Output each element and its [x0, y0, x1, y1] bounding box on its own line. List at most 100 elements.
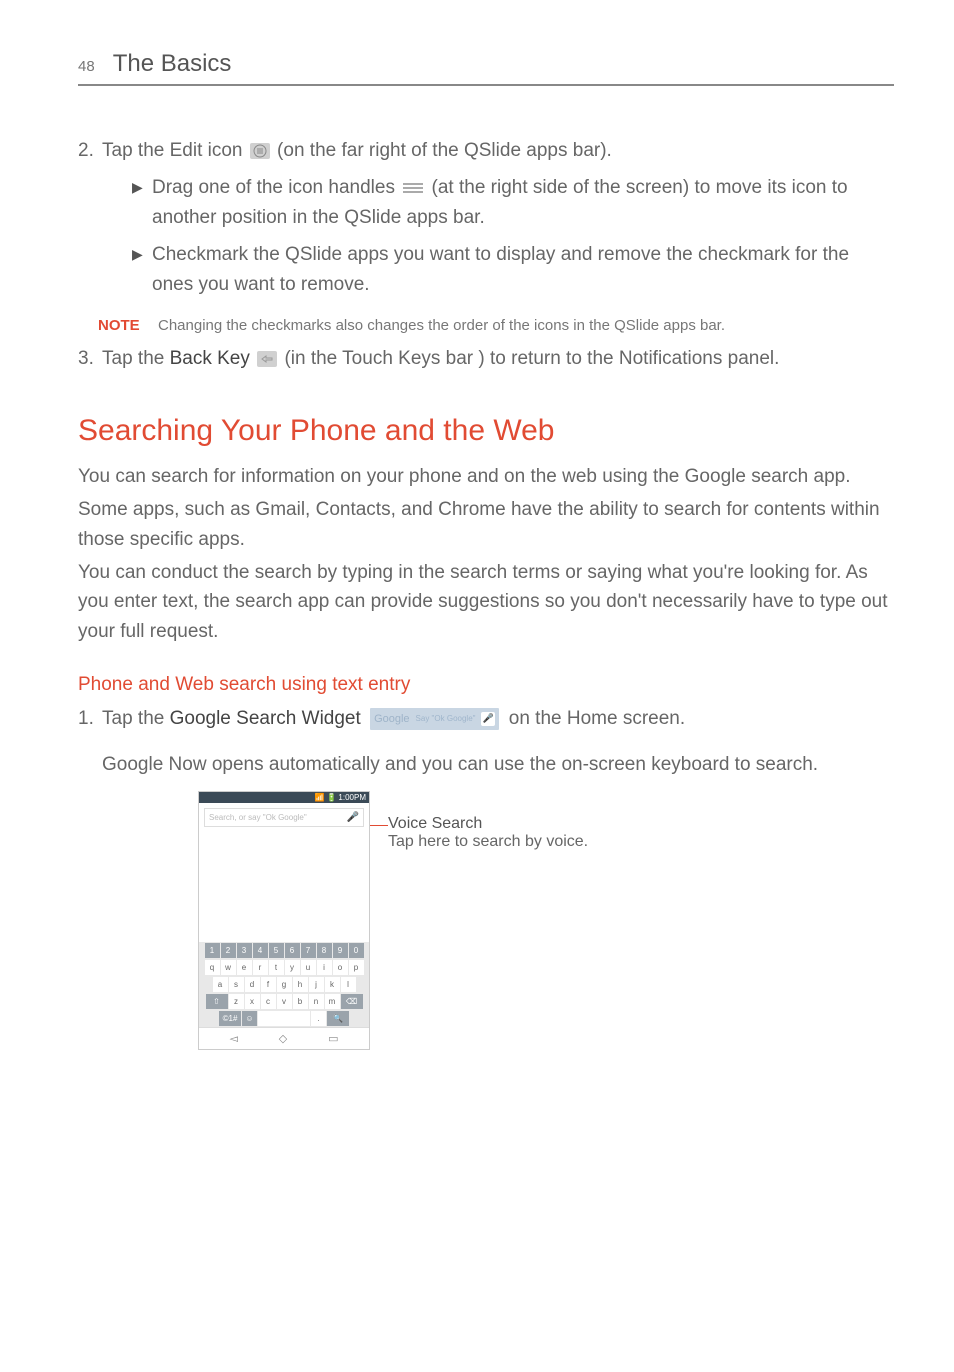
keyboard-row-2: a s d f g h j k l [199, 976, 369, 993]
key-i[interactable]: i [317, 960, 332, 975]
note-label: NOTE [98, 317, 158, 334]
note-row: NOTE Changing the checkmarks also change… [98, 317, 894, 334]
keyboard-row-1: q w e r t y u i o p [199, 959, 369, 976]
key-c[interactable]: c [261, 994, 276, 1009]
sub-step-1-after: on the Home screen. [509, 708, 685, 729]
status-bar: 📶 🔋 1:00PM [199, 792, 369, 803]
key-4[interactable]: 4 [253, 943, 268, 958]
key-9[interactable]: 9 [333, 943, 348, 958]
key-emoji[interactable]: ☺ [242, 1011, 257, 1026]
step-3-after: (in the Touch Keys bar ) to return to th… [284, 348, 779, 369]
sub-step-1-para2: Google Now opens automatically and you c… [102, 750, 894, 779]
results-area [199, 832, 369, 942]
keyboard-row-3: ⇧ z x c v b n m ⌫ [199, 993, 369, 1010]
nav-home-icon[interactable]: ◇ [279, 1032, 287, 1045]
key-v[interactable]: v [277, 994, 292, 1009]
key-x[interactable]: x [245, 994, 260, 1009]
paragraph-1: You can search for information on your p… [78, 462, 894, 491]
key-a[interactable]: a [213, 977, 228, 992]
key-m[interactable]: m [325, 994, 340, 1009]
key-l[interactable]: l [341, 977, 356, 992]
keyboard-row-4: ©1# ☺ . 🔍 [199, 1010, 369, 1027]
key-shift[interactable]: ⇧ [206, 994, 228, 1009]
nav-back-icon[interactable]: ◅ [229, 1032, 237, 1045]
key-1[interactable]: 1 [205, 943, 220, 958]
key-7[interactable]: 7 [301, 943, 316, 958]
key-h[interactable]: h [293, 977, 308, 992]
back-key-icon [257, 351, 277, 367]
nav-recent-icon[interactable]: ▭ [328, 1032, 338, 1045]
figure-phone: 📶 🔋 1:00PM Search, or say "Ok Google" 🎤 … [198, 791, 894, 1050]
key-p[interactable]: p [349, 960, 364, 975]
widget-say-label: Say "Ok Google" [416, 713, 476, 725]
key-2[interactable]: 2 [221, 943, 236, 958]
battery-icon: 🔋 [326, 793, 336, 802]
sub-step-1: 1. Tap the Google Search Widget Google S… [78, 704, 894, 779]
key-f[interactable]: f [261, 977, 276, 992]
paragraph-3: You can conduct the search by typing in … [78, 558, 894, 646]
key-5[interactable]: 5 [269, 943, 284, 958]
step-3-number: 3. [78, 344, 102, 373]
key-6[interactable]: 6 [285, 943, 300, 958]
key-backspace[interactable]: ⌫ [341, 994, 363, 1009]
sub-step-1-number: 1. [78, 704, 102, 779]
edit-icon [250, 143, 270, 159]
bullet-icon: ▶ [132, 240, 152, 299]
step-2-number: 2. [78, 136, 102, 307]
key-8[interactable]: 8 [317, 943, 332, 958]
key-3[interactable]: 3 [237, 943, 252, 958]
subsection-heading: Phone and Web search using text entry [78, 674, 894, 696]
google-search-widget-icon: Google Say "Ok Google" 🎤 [370, 708, 499, 730]
keyboard-number-row: 1 2 3 4 5 6 7 8 9 0 [199, 942, 369, 959]
step-3-before: Tap the [102, 348, 170, 369]
key-k[interactable]: k [325, 977, 340, 992]
sub-step-1-before: Tap the [102, 708, 170, 729]
step-2-text-before: Tap the Edit icon [102, 140, 248, 161]
step-2-text-after: (on the far right of the QSlide apps bar… [277, 140, 612, 161]
key-search[interactable]: 🔍 [327, 1011, 349, 1026]
voice-search-icon[interactable]: 🎤 [347, 812, 359, 823]
nav-bar: ◅ ◇ ▭ [199, 1027, 369, 1049]
search-placeholder: Search, or say "Ok Google" [209, 813, 307, 822]
search-bar[interactable]: Search, or say "Ok Google" 🎤 [204, 808, 364, 827]
step-2-bullet-1: ▶ Drag one of the icon handles (at the r… [132, 173, 894, 232]
key-period[interactable]: . [311, 1011, 326, 1026]
key-z[interactable]: z [229, 994, 244, 1009]
key-t[interactable]: t [269, 960, 284, 975]
key-q[interactable]: q [205, 960, 220, 975]
key-n[interactable]: n [309, 994, 324, 1009]
mic-icon: 🎤 [481, 712, 495, 726]
key-r[interactable]: r [253, 960, 268, 975]
keyboard[interactable]: 1 2 3 4 5 6 7 8 9 0 q w e r t y [199, 942, 369, 1027]
key-e[interactable]: e [237, 960, 252, 975]
key-o[interactable]: o [333, 960, 348, 975]
key-j[interactable]: j [309, 977, 324, 992]
section-heading: Searching Your Phone and the Web [78, 414, 894, 448]
key-b[interactable]: b [293, 994, 308, 1009]
callout-voice-search: Voice Search Tap here to search by voice… [388, 791, 588, 851]
phone-frame: 📶 🔋 1:00PM Search, or say "Ok Google" 🎤 … [198, 791, 370, 1050]
callout-text: Tap here to search by voice. [388, 833, 588, 851]
key-d[interactable]: d [245, 977, 260, 992]
step-2-bullet-2: ▶ Checkmark the QSlide apps you want to … [132, 240, 894, 299]
header-title: The Basics [113, 50, 232, 78]
status-time: 1:00PM [338, 793, 366, 802]
key-s[interactable]: s [229, 977, 244, 992]
callout-leader-line [370, 825, 388, 826]
paragraph-2: Some apps, such as Gmail, Contacts, and … [78, 495, 894, 554]
page-header: 48 The Basics [78, 50, 894, 86]
bullet-2-text: Checkmark the QSlide apps you want to di… [152, 240, 894, 299]
step-3: 3. Tap the Back Key (in the Touch Keys b… [78, 344, 894, 373]
callout-title: Voice Search [388, 815, 588, 833]
key-g[interactable]: g [277, 977, 292, 992]
step-2: 2. Tap the Edit icon (on the far right o… [78, 136, 894, 307]
key-space[interactable] [258, 1011, 310, 1026]
key-0[interactable]: 0 [349, 943, 364, 958]
signal-icon: 📶 [314, 793, 324, 802]
key-w[interactable]: w [221, 960, 236, 975]
step-3-bold: Back Key [170, 348, 250, 369]
key-y[interactable]: y [285, 960, 300, 975]
bullet-icon: ▶ [132, 173, 152, 232]
key-u[interactable]: u [301, 960, 316, 975]
key-symbols[interactable]: ©1# [219, 1011, 241, 1026]
